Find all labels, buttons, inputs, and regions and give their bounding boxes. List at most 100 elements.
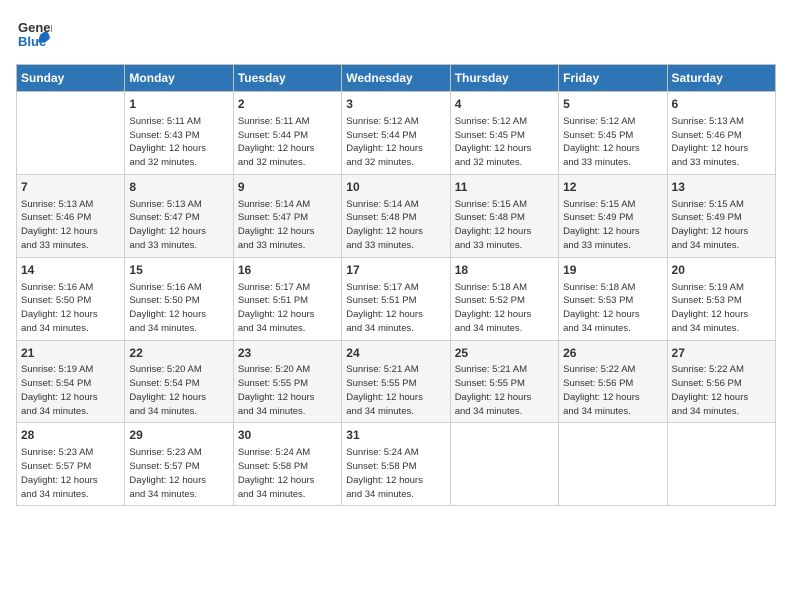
day-info: Sunrise: 5:15 AM Sunset: 5:48 PM Dayligh…: [455, 198, 554, 253]
day-info: Sunrise: 5:20 AM Sunset: 5:55 PM Dayligh…: [238, 363, 337, 418]
day-number: 24: [346, 345, 445, 362]
calendar-week-2: 14 Sunrise: 5:16 AM Sunset: 5:50 PM Dayli…: [17, 257, 776, 340]
calendar-week-0: 1 Sunrise: 5:11 AM Sunset: 5:43 PM Daylig…: [17, 92, 776, 175]
day-info: Sunrise: 5:16 AM Sunset: 5:50 PM Dayligh…: [129, 281, 228, 336]
day-number: 31: [346, 427, 445, 444]
day-number: 11: [455, 179, 554, 196]
day-number: 19: [563, 262, 662, 279]
day-number: 21: [21, 345, 120, 362]
day-number: 23: [238, 345, 337, 362]
day-info: Sunrise: 5:12 AM Sunset: 5:44 PM Dayligh…: [346, 115, 445, 170]
day-info: Sunrise: 5:24 AM Sunset: 5:58 PM Dayligh…: [238, 446, 337, 501]
header: General Blue: [16, 16, 776, 52]
day-info: Sunrise: 5:13 AM Sunset: 5:46 PM Dayligh…: [672, 115, 771, 170]
day-info: Sunrise: 5:11 AM Sunset: 5:43 PM Dayligh…: [129, 115, 228, 170]
logo: General Blue: [16, 16, 52, 52]
day-info: Sunrise: 5:13 AM Sunset: 5:47 PM Dayligh…: [129, 198, 228, 253]
day-number: 30: [238, 427, 337, 444]
calendar-cell: 7 Sunrise: 5:13 AM Sunset: 5:46 PM Daylig…: [17, 174, 125, 257]
day-number: 7: [21, 179, 120, 196]
svg-text:Blue: Blue: [18, 34, 46, 49]
logo-svg: General Blue: [16, 16, 52, 52]
day-number: 9: [238, 179, 337, 196]
calendar-cell: [667, 423, 775, 506]
day-number: 26: [563, 345, 662, 362]
column-header-saturday: Saturday: [667, 65, 775, 92]
column-header-thursday: Thursday: [450, 65, 558, 92]
column-header-friday: Friday: [559, 65, 667, 92]
day-info: Sunrise: 5:18 AM Sunset: 5:53 PM Dayligh…: [563, 281, 662, 336]
calendar-cell: 29 Sunrise: 5:23 AM Sunset: 5:57 PM Dayli…: [125, 423, 233, 506]
day-info: Sunrise: 5:12 AM Sunset: 5:45 PM Dayligh…: [563, 115, 662, 170]
day-info: Sunrise: 5:17 AM Sunset: 5:51 PM Dayligh…: [238, 281, 337, 336]
calendar-cell: 12 Sunrise: 5:15 AM Sunset: 5:49 PM Dayli…: [559, 174, 667, 257]
calendar-cell: [559, 423, 667, 506]
calendar-cell: 6 Sunrise: 5:13 AM Sunset: 5:46 PM Daylig…: [667, 92, 775, 175]
day-info: Sunrise: 5:18 AM Sunset: 5:52 PM Dayligh…: [455, 281, 554, 336]
calendar-week-3: 21Sunrise: 5:19 AM Sunset: 5:54 PM Dayli…: [17, 340, 776, 423]
day-number: 2: [238, 96, 337, 113]
calendar-cell: 27Sunrise: 5:22 AM Sunset: 5:56 PM Dayli…: [667, 340, 775, 423]
day-number: 8: [129, 179, 228, 196]
day-number: 16: [238, 262, 337, 279]
calendar-cell: 19 Sunrise: 5:18 AM Sunset: 5:53 PM Dayli…: [559, 257, 667, 340]
day-info: Sunrise: 5:14 AM Sunset: 5:48 PM Dayligh…: [346, 198, 445, 253]
day-info: Sunrise: 5:11 AM Sunset: 5:44 PM Dayligh…: [238, 115, 337, 170]
calendar-cell: 22Sunrise: 5:20 AM Sunset: 5:54 PM Dayli…: [125, 340, 233, 423]
calendar-cell: [17, 92, 125, 175]
day-number: 25: [455, 345, 554, 362]
calendar-cell: 3Sunrise: 5:12 AM Sunset: 5:44 PM Daylig…: [342, 92, 450, 175]
day-info: Sunrise: 5:14 AM Sunset: 5:47 PM Dayligh…: [238, 198, 337, 253]
day-number: 6: [672, 96, 771, 113]
day-number: 22: [129, 345, 228, 362]
day-number: 28: [21, 427, 120, 444]
day-info: Sunrise: 5:24 AM Sunset: 5:58 PM Dayligh…: [346, 446, 445, 501]
day-info: Sunrise: 5:21 AM Sunset: 5:55 PM Dayligh…: [346, 363, 445, 418]
day-number: 1: [129, 96, 228, 113]
calendar-header-row: SundayMondayTuesdayWednesdayThursdayFrid…: [17, 65, 776, 92]
calendar-cell: 9 Sunrise: 5:14 AM Sunset: 5:47 PM Daylig…: [233, 174, 341, 257]
day-number: 17: [346, 262, 445, 279]
calendar-cell: 30 Sunrise: 5:24 AM Sunset: 5:58 PM Dayli…: [233, 423, 341, 506]
calendar-week-1: 7 Sunrise: 5:13 AM Sunset: 5:46 PM Daylig…: [17, 174, 776, 257]
calendar-cell: 24Sunrise: 5:21 AM Sunset: 5:55 PM Dayli…: [342, 340, 450, 423]
calendar-cell: 28 Sunrise: 5:23 AM Sunset: 5:57 PM Dayli…: [17, 423, 125, 506]
day-info: Sunrise: 5:17 AM Sunset: 5:51 PM Dayligh…: [346, 281, 445, 336]
day-info: Sunrise: 5:12 AM Sunset: 5:45 PM Dayligh…: [455, 115, 554, 170]
column-header-monday: Monday: [125, 65, 233, 92]
day-number: 29: [129, 427, 228, 444]
calendar-cell: 20Sunrise: 5:19 AM Sunset: 5:53 PM Dayli…: [667, 257, 775, 340]
day-info: Sunrise: 5:23 AM Sunset: 5:57 PM Dayligh…: [129, 446, 228, 501]
calendar-cell: 10 Sunrise: 5:14 AM Sunset: 5:48 PM Dayli…: [342, 174, 450, 257]
calendar-cell: 2 Sunrise: 5:11 AM Sunset: 5:44 PM Daylig…: [233, 92, 341, 175]
day-number: 4: [455, 96, 554, 113]
calendar-cell: 17 Sunrise: 5:17 AM Sunset: 5:51 PM Dayli…: [342, 257, 450, 340]
calendar-cell: 1 Sunrise: 5:11 AM Sunset: 5:43 PM Daylig…: [125, 92, 233, 175]
calendar-cell: [450, 423, 558, 506]
day-number: 14: [21, 262, 120, 279]
calendar-cell: 8 Sunrise: 5:13 AM Sunset: 5:47 PM Daylig…: [125, 174, 233, 257]
day-info: Sunrise: 5:16 AM Sunset: 5:50 PM Dayligh…: [21, 281, 120, 336]
calendar-cell: 25Sunrise: 5:21 AM Sunset: 5:55 PM Dayli…: [450, 340, 558, 423]
day-number: 12: [563, 179, 662, 196]
day-number: 27: [672, 345, 771, 362]
column-header-wednesday: Wednesday: [342, 65, 450, 92]
day-info: Sunrise: 5:22 AM Sunset: 5:56 PM Dayligh…: [563, 363, 662, 418]
day-info: Sunrise: 5:21 AM Sunset: 5:55 PM Dayligh…: [455, 363, 554, 418]
day-info: Sunrise: 5:15 AM Sunset: 5:49 PM Dayligh…: [563, 198, 662, 253]
calendar-cell: 11 Sunrise: 5:15 AM Sunset: 5:48 PM Dayli…: [450, 174, 558, 257]
calendar-cell: 23Sunrise: 5:20 AM Sunset: 5:55 PM Dayli…: [233, 340, 341, 423]
calendar-cell: 13Sunrise: 5:15 AM Sunset: 5:49 PM Dayli…: [667, 174, 775, 257]
day-info: Sunrise: 5:23 AM Sunset: 5:57 PM Dayligh…: [21, 446, 120, 501]
calendar-body: 1 Sunrise: 5:11 AM Sunset: 5:43 PM Daylig…: [17, 92, 776, 506]
day-number: 10: [346, 179, 445, 196]
calendar-cell: 14 Sunrise: 5:16 AM Sunset: 5:50 PM Dayli…: [17, 257, 125, 340]
day-info: Sunrise: 5:22 AM Sunset: 5:56 PM Dayligh…: [672, 363, 771, 418]
column-header-sunday: Sunday: [17, 65, 125, 92]
day-number: 13: [672, 179, 771, 196]
calendar-cell: 5Sunrise: 5:12 AM Sunset: 5:45 PM Daylig…: [559, 92, 667, 175]
calendar-table: SundayMondayTuesdayWednesdayThursdayFrid…: [16, 64, 776, 506]
day-info: Sunrise: 5:13 AM Sunset: 5:46 PM Dayligh…: [21, 198, 120, 253]
calendar-cell: 15Sunrise: 5:16 AM Sunset: 5:50 PM Dayli…: [125, 257, 233, 340]
calendar-cell: 26Sunrise: 5:22 AM Sunset: 5:56 PM Dayli…: [559, 340, 667, 423]
